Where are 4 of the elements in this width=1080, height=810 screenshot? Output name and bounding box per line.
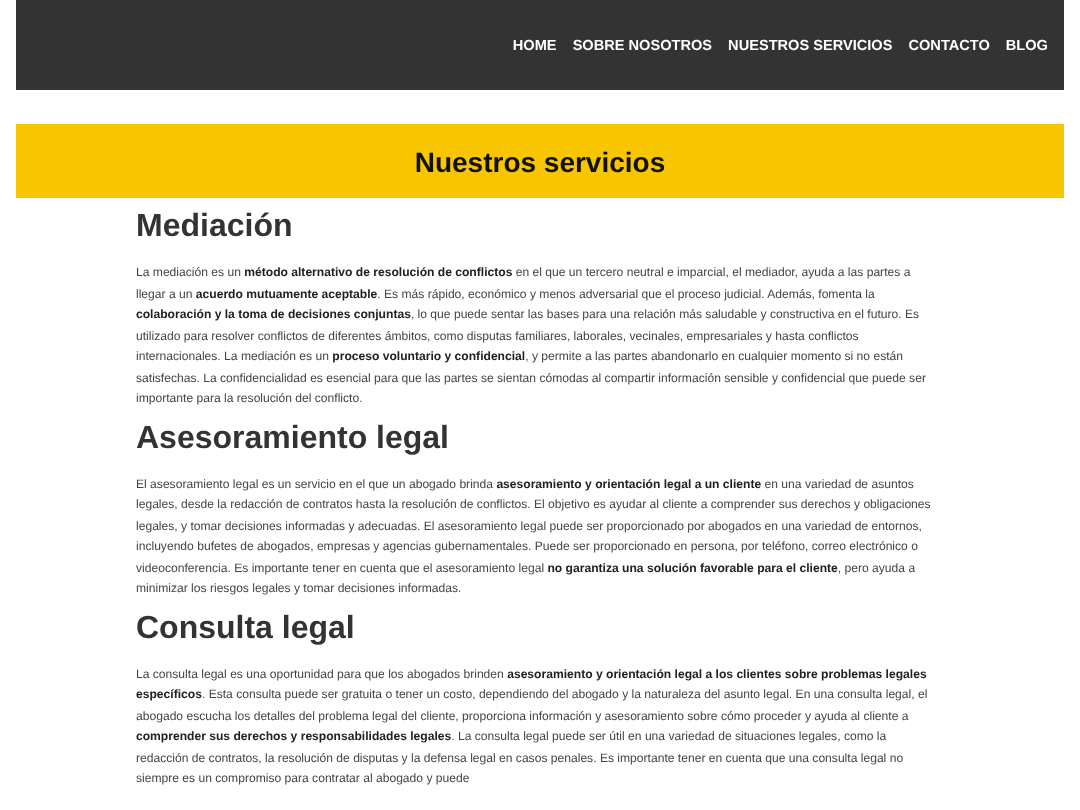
section-heading: Mediación	[136, 208, 295, 248]
banner-title: Nuestros servicios	[414, 145, 666, 177]
section-heading: Consulta legal	[136, 609, 357, 649]
section-heading: Asesoramiento legal	[136, 419, 451, 459]
